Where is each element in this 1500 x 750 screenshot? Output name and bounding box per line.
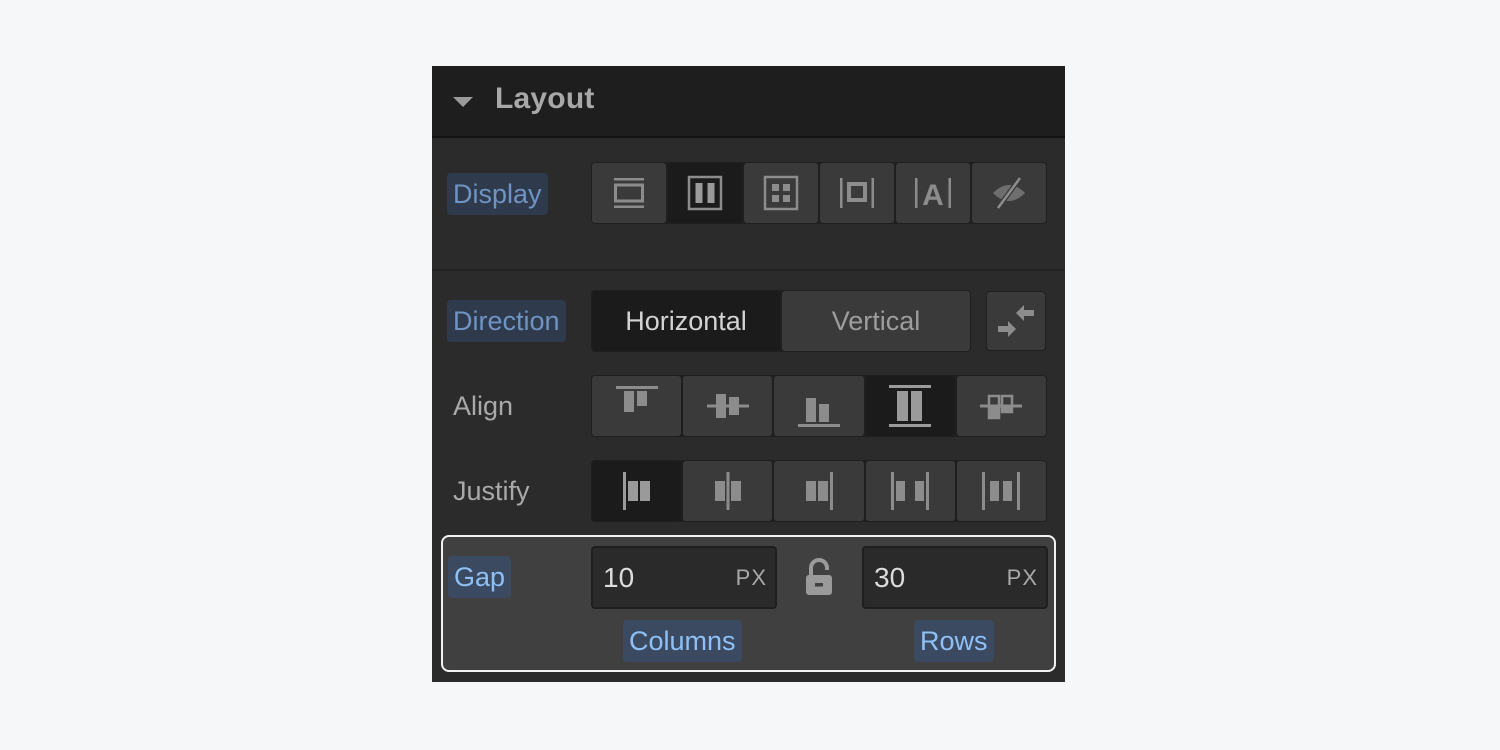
display-inline-block-icon — [840, 178, 874, 208]
justify-segmented-control — [591, 460, 1047, 522]
align-segmented-control — [591, 375, 1047, 437]
gap-rows-input[interactable]: 30 PX — [862, 546, 1048, 609]
direction-vertical-button[interactable]: Vertical — [782, 291, 970, 351]
justify-start-icon — [622, 472, 650, 510]
display-flex-button[interactable] — [668, 163, 742, 223]
display-inline-block-button[interactable] — [820, 163, 894, 223]
align-start-icon — [615, 386, 658, 412]
display-grid-icon — [763, 175, 799, 211]
align-baseline-button[interactable] — [956, 376, 1047, 436]
gap-lock-button[interactable] — [804, 557, 834, 602]
unlocked-icon — [806, 558, 832, 595]
align-stretch-icon — [889, 385, 932, 427]
justify-space-between-button[interactable] — [865, 461, 955, 521]
display-block-button[interactable] — [592, 163, 666, 223]
display-inline-button[interactable]: A — [896, 163, 970, 223]
justify-space-between-icon — [891, 472, 930, 510]
align-center-button[interactable] — [683, 376, 773, 436]
display-none-icon — [993, 176, 1025, 210]
align-start-button[interactable] — [592, 376, 682, 436]
align-stretch-button[interactable] — [865, 376, 955, 436]
caret-down-icon[interactable] — [453, 97, 473, 107]
display-inline-icon: A — [915, 178, 951, 210]
display-grid-button[interactable] — [744, 163, 818, 223]
justify-center-icon — [714, 472, 741, 510]
gap-columns-input[interactable]: 10 PX — [591, 546, 777, 609]
display-flex-icon — [687, 175, 723, 211]
display-label[interactable]: Display — [447, 173, 548, 215]
reverse-direction-button[interactable] — [986, 291, 1046, 351]
display-none-button[interactable] — [972, 163, 1046, 223]
justify-label: Justify — [453, 476, 530, 506]
justify-end-icon — [806, 472, 833, 510]
section-title: Layout — [495, 82, 595, 115]
display-block-icon — [614, 178, 644, 208]
justify-space-around-icon — [982, 472, 1021, 510]
gap-rows-unit[interactable]: PX — [1007, 548, 1038, 607]
svg-text:A: A — [922, 179, 944, 210]
align-baseline-icon — [980, 394, 1023, 420]
justify-end-button[interactable] — [774, 461, 864, 521]
gap-columns-label[interactable]: Columns — [623, 620, 742, 662]
justify-start-button[interactable] — [592, 461, 682, 521]
layout-panel: Layout Display A Direction Horizontal Ve… — [432, 66, 1065, 682]
align-label: Align — [453, 391, 514, 421]
display-segmented-control: A — [591, 162, 1047, 224]
section-divider — [432, 269, 1065, 271]
gap-settings-group: Gap 10 PX 30 PX Columns Rows — [441, 535, 1056, 672]
direction-label[interactable]: Direction — [447, 300, 566, 342]
align-center-icon — [706, 394, 749, 418]
justify-center-button[interactable] — [683, 461, 773, 521]
gap-columns-value[interactable]: 10 — [603, 548, 634, 607]
direction-segmented-control: Horizontal Vertical — [591, 290, 971, 352]
reverse-direction-icon — [998, 305, 1034, 337]
justify-space-around-button[interactable] — [956, 461, 1047, 521]
direction-horizontal-button[interactable]: Horizontal — [592, 291, 780, 351]
layout-section-header[interactable]: Layout — [432, 66, 1065, 138]
align-end-icon — [798, 398, 840, 427]
gap-rows-label[interactable]: Rows — [914, 620, 994, 662]
gap-label[interactable]: Gap — [448, 556, 512, 598]
gap-rows-value[interactable]: 30 — [874, 548, 905, 607]
gap-columns-unit[interactable]: PX — [736, 548, 767, 607]
align-end-button[interactable] — [774, 376, 864, 436]
